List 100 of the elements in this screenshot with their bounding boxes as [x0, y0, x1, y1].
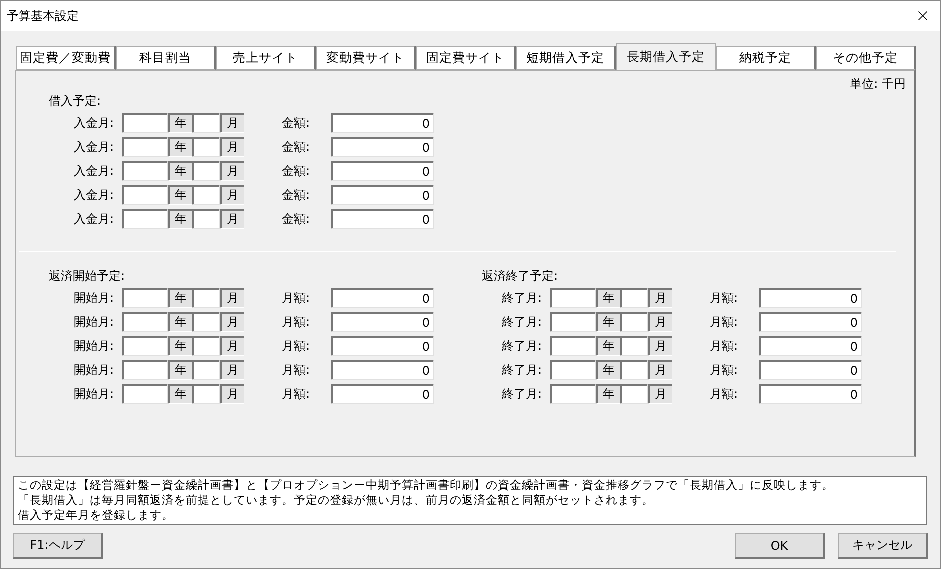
unit-label: 月 [220, 161, 244, 181]
unit-label: 年 [168, 161, 192, 181]
unit-label: 月 [648, 288, 672, 308]
year-field[interactable] [122, 161, 168, 181]
field-label: 終了月: [500, 362, 542, 378]
field-label: 入金月: [72, 138, 114, 156]
ok-button[interactable]: OK [735, 533, 825, 559]
tab[interactable]: 科目割当 [116, 46, 216, 70]
field-label: 金額: [282, 186, 312, 204]
month-field[interactable] [192, 288, 220, 308]
year-field[interactable] [122, 137, 168, 157]
month-field[interactable] [192, 185, 220, 205]
tab[interactable]: 固定費サイト [416, 46, 516, 70]
unit-label: 月 [220, 360, 244, 380]
month-field[interactable] [620, 288, 648, 308]
unit-label: 年 [596, 312, 620, 332]
month-field[interactable] [192, 113, 220, 133]
unit-label: 年 [168, 209, 192, 229]
year-field[interactable] [550, 360, 596, 380]
year-field[interactable] [550, 288, 596, 308]
month-field[interactable] [620, 360, 648, 380]
field-label: 金額: [282, 210, 312, 228]
month-field[interactable] [620, 384, 648, 404]
field-label: 月額: [710, 362, 740, 378]
year-field[interactable] [122, 209, 168, 229]
amount-field[interactable]: 0 [331, 113, 434, 133]
unit-label: 年 [168, 288, 192, 308]
unit-label: 月 [648, 360, 672, 380]
unit-label: 月 [648, 336, 672, 356]
year-field[interactable] [122, 185, 168, 205]
year-field[interactable] [122, 288, 168, 308]
unit-label: 年 [168, 360, 192, 380]
unit-label: 月 [220, 312, 244, 332]
field-label: 月額: [710, 386, 740, 402]
unit-label: 年 [168, 384, 192, 404]
unit-label: 月 [220, 137, 244, 157]
unit-label: 年 [596, 384, 620, 404]
amount-field[interactable]: 0 [331, 137, 434, 157]
month-field[interactable] [192, 384, 220, 404]
tab[interactable]: 長期借入予定 [616, 43, 716, 70]
field-label: 開始月: [72, 290, 114, 306]
tab[interactable]: 納税予定 [716, 46, 816, 70]
month-field[interactable] [620, 312, 648, 332]
month-field[interactable] [192, 312, 220, 332]
section-heading: 借入予定: [49, 93, 102, 110]
field-label: 月額: [282, 314, 312, 330]
amount-field[interactable]: 0 [331, 209, 434, 229]
year-field[interactable] [550, 384, 596, 404]
tab[interactable]: その他予定 [816, 46, 916, 70]
amount-field[interactable]: 0 [759, 288, 862, 308]
unit-label: 月 [220, 336, 244, 356]
month-field[interactable] [620, 336, 648, 356]
field-label: 入金月: [72, 186, 114, 204]
amount-field[interactable]: 0 [759, 360, 862, 380]
year-field[interactable] [122, 336, 168, 356]
field-label: 終了月: [500, 386, 542, 402]
field-label: 終了月: [500, 290, 542, 306]
tab[interactable]: 固定費／変動費 [16, 46, 116, 70]
amount-field[interactable]: 0 [759, 384, 862, 404]
amount-field[interactable]: 0 [331, 161, 434, 181]
year-field[interactable] [550, 336, 596, 356]
amount-field[interactable]: 0 [759, 336, 862, 356]
description-text: この設定は【経営羅針盤ー資金繰計画書】と【プロオプションー中期予算計画書印刷】の資金繰計画書・資金推移グラフで「長期借入」に反映します。 [18, 478, 835, 493]
field-label: 金額: [282, 114, 312, 132]
year-field[interactable] [122, 360, 168, 380]
year-field[interactable] [550, 312, 596, 332]
unit-label: 月 [648, 312, 672, 332]
field-label: 月額: [282, 338, 312, 354]
year-field[interactable] [122, 312, 168, 332]
amount-field[interactable]: 0 [331, 336, 434, 356]
unit-label: 年 [168, 137, 192, 157]
month-field[interactable] [192, 209, 220, 229]
month-field[interactable] [192, 360, 220, 380]
unit-label: 年 [168, 113, 192, 133]
field-label: 開始月: [72, 314, 114, 330]
month-field[interactable] [192, 137, 220, 157]
field-label: 開始月: [72, 338, 114, 354]
cancel-button[interactable]: キャンセル [838, 533, 928, 559]
tab[interactable]: 短期借入予定 [516, 46, 616, 70]
field-label: 月額: [282, 362, 312, 378]
tab[interactable]: 売上サイト [216, 46, 316, 70]
field-label: 開始月: [72, 386, 114, 402]
month-field[interactable] [192, 161, 220, 181]
amount-field[interactable]: 0 [331, 185, 434, 205]
unit-label: 年 [168, 336, 192, 356]
amount-field[interactable]: 0 [759, 312, 862, 332]
tab[interactable]: 変動費サイト [316, 46, 416, 70]
unit-label: 単位: 千円 [850, 76, 906, 93]
year-field[interactable] [122, 384, 168, 404]
section-heading: 返済終了予定: [482, 268, 560, 285]
year-field[interactable] [122, 113, 168, 133]
unit-label: 月 [220, 384, 244, 404]
amount-field[interactable]: 0 [331, 360, 434, 380]
field-label: 入金月: [72, 210, 114, 228]
amount-field[interactable]: 0 [331, 312, 434, 332]
help-button[interactable]: F1:ヘルプ [13, 533, 103, 559]
month-field[interactable] [192, 336, 220, 356]
field-label: 入金月: [72, 162, 114, 180]
amount-field[interactable]: 0 [331, 288, 434, 308]
amount-field[interactable]: 0 [331, 384, 434, 404]
